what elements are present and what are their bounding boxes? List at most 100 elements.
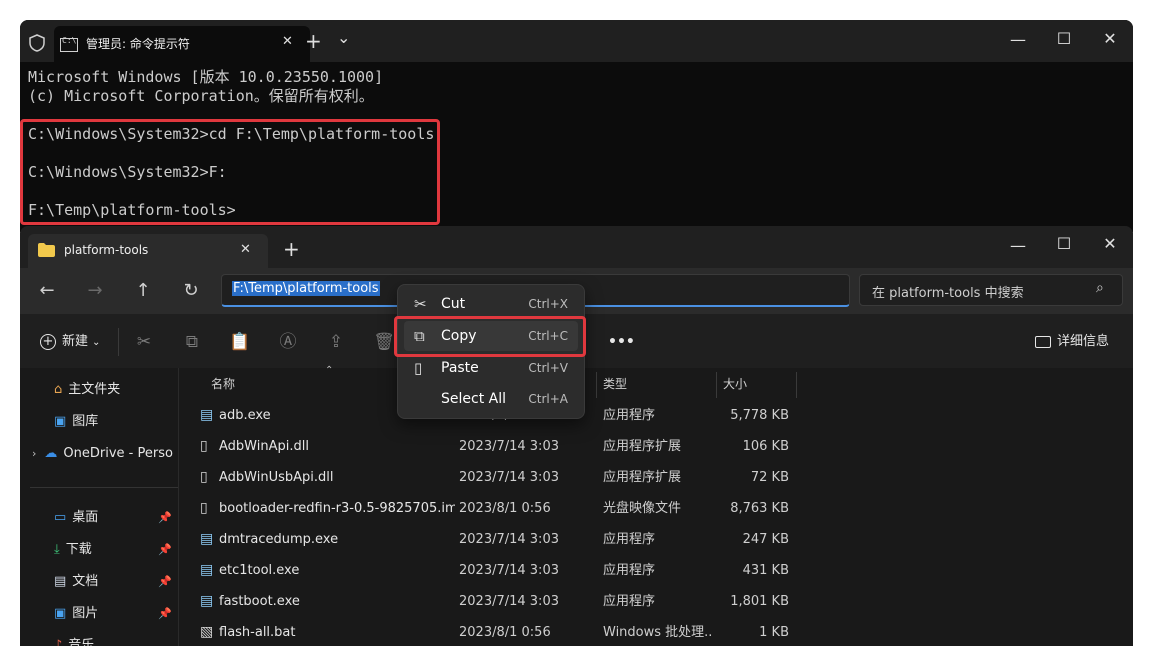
- sidebar-item-label: 文档: [72, 574, 99, 589]
- file-date: 2023/7/14 3:03: [459, 470, 559, 485]
- explorer-close-button[interactable]: ✕: [1087, 228, 1133, 260]
- column-header-size[interactable]: 大小: [723, 375, 747, 392]
- table-row[interactable]: ▤ dmtracedump.exe 2023/7/14 3:03 应用程序 24…: [179, 524, 799, 555]
- copy-icon[interactable]: ⧉: [178, 328, 206, 356]
- file-type: 应用程序扩展: [603, 439, 682, 454]
- sidebar-item-label: 音乐: [68, 638, 95, 646]
- address-text[interactable]: F:\Temp\platform-tools: [232, 281, 380, 296]
- table-row[interactable]: ▧ flash-all.bat 2023/8/1 0:56 Windows 批处…: [179, 617, 799, 646]
- menu-item-cut[interactable]: ✂ Cut Ctrl+X: [404, 289, 578, 319]
- column-divider[interactable]: [596, 372, 597, 398]
- refresh-icon[interactable]: ↻: [176, 276, 206, 306]
- explorer-maximize-button[interactable]: ☐: [1041, 228, 1087, 260]
- file-type: 应用程序: [603, 408, 656, 423]
- forward-arrow-icon[interactable]: →: [80, 276, 110, 306]
- terminal-window: C:\ 管理员: 命令提示符 ✕ + ⌄ — ☐ ✕ Microsoft Win…: [20, 20, 1133, 232]
- sidebar-item-onedrive[interactable]: › ☁ OneDrive - Perso: [32, 439, 178, 469]
- sidebar-item-home[interactable]: ⌂ 主文件夹: [54, 375, 178, 405]
- file-size: 1 KB: [759, 625, 789, 640]
- column-header-name[interactable]: 名称: [211, 375, 235, 392]
- file-type: 应用程序: [603, 594, 656, 609]
- pin-icon: 📌: [158, 511, 172, 524]
- explorer-minimize-button[interactable]: —: [995, 230, 1041, 262]
- explorer-tab[interactable]: platform-tools ✕: [28, 234, 268, 268]
- back-arrow-icon[interactable]: ←: [32, 276, 62, 306]
- sidebar-item-gallery[interactable]: ▣ 图库: [54, 407, 178, 437]
- column-header-type[interactable]: 类型: [603, 375, 627, 392]
- more-options-button[interactable]: •••: [608, 328, 635, 356]
- new-button-label: 新建: [62, 334, 89, 349]
- file-name: etc1tool.exe: [219, 563, 300, 578]
- menu-item-select-all[interactable]: Select All Ctrl+A: [404, 384, 578, 414]
- file-name: dmtracedump.exe: [219, 532, 339, 547]
- highlight-box-commands: [20, 119, 440, 225]
- search-box[interactable]: 在 platform-tools 中搜索 ⌕: [859, 274, 1123, 306]
- paste-icon[interactable]: 📋: [226, 328, 254, 356]
- file-type: 应用程序扩展: [603, 470, 682, 485]
- explorer-titlebar: platform-tools ✕ + — ☐ ✕: [20, 226, 1133, 268]
- navigation-pane: ⌂ 主文件夹 ▣ 图库 › ☁ OneDrive - Perso ▭ 桌面 📌 ⤓ 下载 📌…: [20, 368, 178, 646]
- file-date: 2023/8/1 0:56: [459, 501, 551, 516]
- download-icon: ⤓: [54, 542, 60, 557]
- sidebar-item-pictures[interactable]: ▣ 图片 📌: [54, 599, 178, 629]
- terminal-close-button[interactable]: ✕: [1087, 23, 1133, 55]
- sidebar-item-music[interactable]: ♪ 音乐: [54, 631, 178, 646]
- column-divider[interactable]: [796, 372, 797, 398]
- dll-file-icon: ▯: [200, 438, 208, 454]
- rename-icon[interactable]: Ⓐ: [274, 328, 302, 356]
- explorer-new-tab-button[interactable]: +: [283, 237, 300, 261]
- sidebar-item-downloads[interactable]: ⤓ 下载 📌: [54, 535, 178, 565]
- pin-icon: 📌: [158, 607, 172, 620]
- add-icon: +: [40, 333, 56, 350]
- image-file-icon: ▯: [200, 500, 208, 516]
- column-header: ⌃ 名称 类型 大小: [179, 365, 1133, 398]
- sidebar-item-label: 桌面: [72, 510, 99, 525]
- sidebar-item-label: 图库: [72, 414, 99, 429]
- cut-icon: ✂: [414, 295, 427, 313]
- file-type: 应用程序: [603, 532, 656, 547]
- terminal-minimize-button[interactable]: —: [995, 24, 1041, 56]
- table-row[interactable]: ▤ etc1tool.exe 2023/7/14 3:03 应用程序 431 K…: [179, 555, 799, 586]
- chevron-right-icon[interactable]: ›: [32, 447, 36, 460]
- table-row[interactable]: ▯ AdbWinUsbApi.dll 2023/7/14 3:03 应用程序扩展…: [179, 462, 799, 493]
- menu-item-paste[interactable]: ▯ Paste Ctrl+V: [404, 353, 578, 383]
- table-row[interactable]: ▯ bootloader-redfin-r3-0.5-9825705.img 2…: [179, 493, 799, 524]
- file-date: 2023/7/14 3:03: [459, 532, 559, 547]
- terminal-maximize-button[interactable]: ☐: [1041, 23, 1087, 55]
- chevron-down-icon[interactable]: ⌄: [337, 28, 350, 47]
- desktop-icon: ▭: [54, 510, 67, 525]
- exe-file-icon: ▤: [200, 407, 214, 423]
- file-name: bootloader-redfin-r3-0.5-9825705.img: [219, 501, 455, 516]
- file-date: 2023/7/14 3:03: [459, 439, 559, 454]
- menu-item-shortcut: Ctrl+X: [528, 297, 568, 311]
- cut-icon[interactable]: ✂: [130, 328, 158, 356]
- menu-item-shortcut: Ctrl+A: [528, 392, 568, 406]
- up-arrow-icon[interactable]: ↑: [128, 276, 158, 306]
- sidebar-item-label: 图片: [72, 606, 99, 621]
- sidebar-item-desktop[interactable]: ▭ 桌面 📌: [54, 503, 178, 533]
- details-button[interactable]: 详细信息: [1035, 328, 1109, 356]
- terminal-tab-close-button[interactable]: ✕: [282, 34, 293, 49]
- explorer-tab-title: platform-tools: [64, 243, 149, 257]
- table-row[interactable]: ▤ fastboot.exe 2023/7/14 3:03 应用程序 1,801…: [179, 586, 799, 617]
- file-type: 光盘映像文件: [603, 501, 682, 516]
- menu-item-label: Select All: [441, 391, 506, 407]
- file-list: ⌃ 名称 类型 大小 ▤ adb.exe 2023/7/14 3:03 应用程序…: [178, 365, 1133, 646]
- dll-file-icon: ▯: [200, 469, 208, 485]
- table-row[interactable]: ▯ AdbWinApi.dll 2023/7/14 3:03 应用程序扩展 10…: [179, 431, 799, 462]
- file-name: AdbWinUsbApi.dll: [219, 470, 334, 485]
- toolbar-divider: [118, 328, 119, 356]
- sidebar-item-label: OneDrive - Perso: [63, 446, 173, 461]
- sidebar-item-documents[interactable]: ▤ 文档 📌: [54, 567, 178, 597]
- menu-item-label: Paste: [441, 360, 479, 376]
- terminal-tab[interactable]: C:\ 管理员: 命令提示符 ✕: [54, 26, 310, 62]
- explorer-tab-close-button[interactable]: ✕: [240, 242, 251, 257]
- terminal-new-tab-button[interactable]: +: [305, 29, 322, 53]
- column-divider[interactable]: [716, 372, 717, 398]
- share-icon[interactable]: ⇪: [322, 328, 350, 356]
- file-size: 1,801 KB: [730, 594, 789, 609]
- new-button[interactable]: + 新建 ⌄: [40, 328, 100, 356]
- search-placeholder: 在 platform-tools 中搜索: [872, 286, 1024, 301]
- shield-icon: [29, 34, 45, 52]
- cloud-icon: ☁: [44, 446, 58, 461]
